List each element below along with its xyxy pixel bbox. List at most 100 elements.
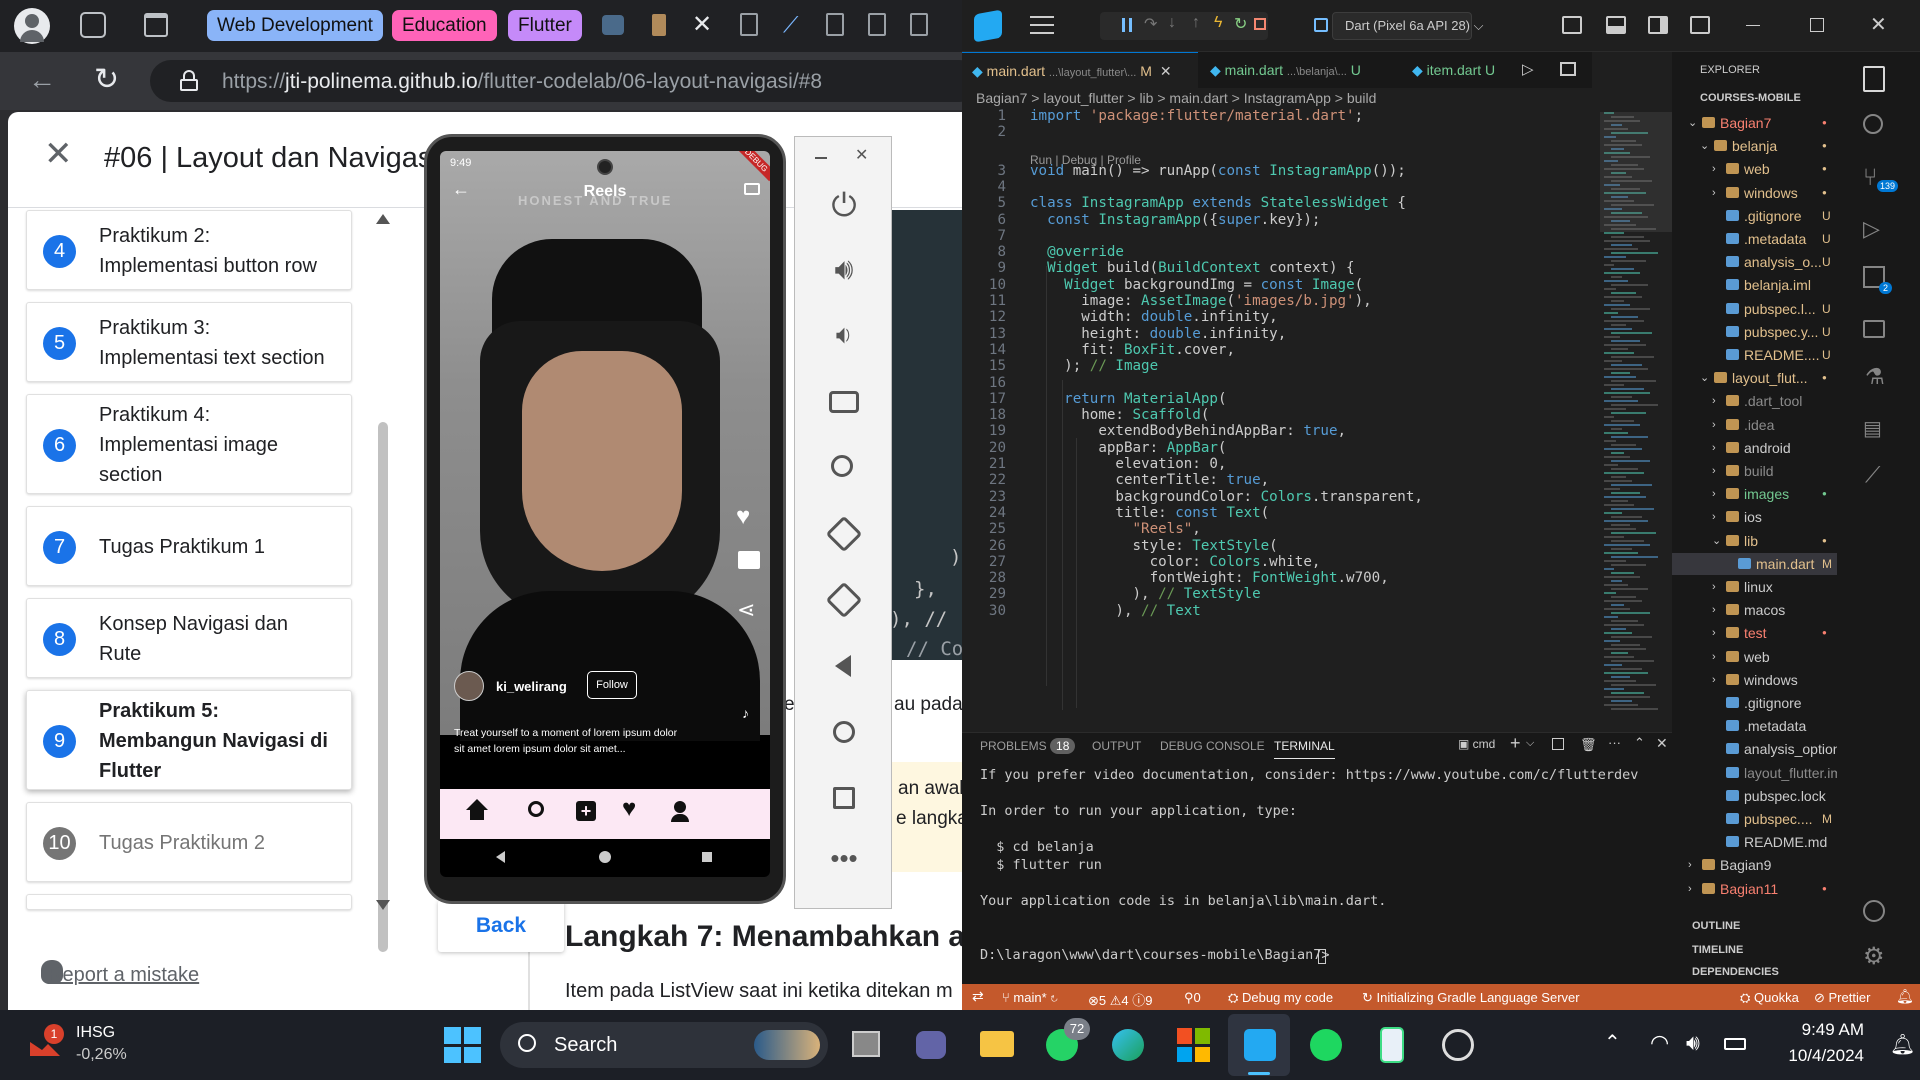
edge-icon[interactable] bbox=[1108, 1025, 1148, 1065]
back-triangle-icon[interactable] bbox=[825, 647, 863, 685]
quokka-status[interactable]: ⛭ Quokka bbox=[1740, 990, 1799, 1006]
scroll-up-arrow[interactable] bbox=[376, 214, 390, 224]
code-line[interactable]: appBar: AppBar( bbox=[1030, 440, 1226, 456]
split-editor-icon[interactable] bbox=[1560, 62, 1576, 76]
step-item[interactable]: 6 Praktikum 4: Implementasi image section bbox=[26, 394, 352, 494]
tree-item[interactable]: .metadata bbox=[1672, 715, 1837, 737]
page-tab-icon-4[interactable] bbox=[910, 13, 928, 36]
emulator-app-icon[interactable] bbox=[1372, 1025, 1412, 1065]
tray-overflow-icon[interactable]: ⌃ bbox=[1604, 1030, 1621, 1055]
code-line[interactable]: centerTitle: true, bbox=[1030, 472, 1269, 488]
section-timeline[interactable]: TIMELINE bbox=[1692, 944, 1743, 956]
tree-item[interactable]: README.md bbox=[1672, 831, 1837, 853]
code-line[interactable]: Widget build(BuildContext context) { bbox=[1030, 260, 1355, 276]
tree-item[interactable]: ⌄ belanja ● bbox=[1672, 135, 1837, 157]
docker-icon[interactable]: ▤ bbox=[1863, 416, 1882, 441]
step-item[interactable]: 7 Tugas Praktikum 1 bbox=[26, 506, 352, 586]
explorer-root[interactable]: COURSES-MOBILE bbox=[1700, 92, 1801, 104]
debug-config-status[interactable]: ⛭ Debug my code bbox=[1228, 990, 1333, 1006]
close-panel-icon[interactable]: ✕ bbox=[1656, 735, 1668, 752]
tree-item[interactable]: › Bagian11 ● bbox=[1672, 878, 1837, 900]
close-emulator-icon[interactable]: ✕ bbox=[855, 145, 868, 165]
clock-date[interactable]: 10/4/2024 bbox=[1764, 1046, 1864, 1066]
taskbar-search[interactable]: Search bbox=[500, 1022, 828, 1068]
pause-icon[interactable] bbox=[1122, 18, 1132, 32]
tree-item[interactable]: › images ● bbox=[1672, 483, 1837, 505]
search-icon[interactable] bbox=[1863, 114, 1883, 134]
volume-up-icon[interactable]: 🔊︎ bbox=[825, 253, 863, 291]
window-minimize[interactable] bbox=[1746, 25, 1760, 26]
battery-icon[interactable] bbox=[1724, 1038, 1746, 1050]
code-line[interactable]: import 'package:flutter/material.dart'; bbox=[1030, 108, 1363, 124]
tree-item[interactable]: pubspec.l... U bbox=[1672, 298, 1837, 320]
speedometer-icon[interactable] bbox=[1438, 1025, 1478, 1065]
breadcrumb[interactable]: Bagian7 > layout_flutter > lib > main.da… bbox=[976, 90, 1376, 106]
tab-group-flutter[interactable]: Flutter bbox=[508, 10, 582, 41]
stock-widget[interactable]: 1 IHSG -0,26% bbox=[26, 1024, 166, 1068]
task-view-icon[interactable] bbox=[846, 1025, 886, 1065]
profile-avatar[interactable] bbox=[14, 8, 50, 44]
restart-icon[interactable]: ↻ bbox=[1234, 14, 1247, 34]
remote-icon[interactable]: ⇄ bbox=[972, 988, 984, 1005]
toggle-panel-icon[interactable] bbox=[1606, 16, 1626, 34]
step-item[interactable]: 4 Praktikum 2: Implementasi button row bbox=[26, 210, 352, 290]
code-line[interactable]: home: Scaffold( bbox=[1030, 407, 1209, 423]
window-close[interactable]: ✕ bbox=[1870, 12, 1887, 37]
code-line[interactable]: ), // Text bbox=[1030, 603, 1200, 619]
back-button[interactable]: Back bbox=[438, 900, 564, 952]
reload-icon[interactable]: ↻ bbox=[94, 62, 119, 97]
tab-group-web-development[interactable]: Web Development bbox=[207, 10, 383, 41]
address-bar[interactable]: https://jti-polinema.github.io/flutter-c… bbox=[150, 60, 962, 102]
new-terminal-icon[interactable]: + bbox=[1510, 733, 1521, 754]
tree-item[interactable]: layout_flutter.iml bbox=[1672, 762, 1845, 784]
step-item[interactable]: 5 Praktikum 3: Implementasi text section bbox=[26, 302, 352, 382]
run-icon[interactable]: ▷ bbox=[1522, 60, 1534, 78]
step-list-scrollbar[interactable] bbox=[378, 422, 388, 952]
close-codelab-icon[interactable]: ✕ bbox=[44, 134, 73, 174]
code-line[interactable]: ); // Image bbox=[1030, 358, 1158, 374]
tree-item[interactable]: ⌄ layout_flut... ● bbox=[1672, 367, 1837, 389]
maximize-panel-icon[interactable]: ⌃ bbox=[1634, 735, 1645, 751]
toggle-sidebar-icon[interactable] bbox=[1562, 16, 1582, 34]
file-explorer-icon[interactable] bbox=[976, 1025, 1016, 1065]
tab-item-dart[interactable]: ◆ item.dart U bbox=[1402, 52, 1512, 88]
tree-item[interactable]: › macos bbox=[1672, 599, 1837, 621]
terminal-profile[interactable]: ▣ cmd bbox=[1458, 737, 1495, 751]
scroll-down-arrow[interactable] bbox=[376, 900, 390, 910]
follow-button[interactable]: Follow bbox=[587, 671, 637, 699]
tab-main-dart-belanja[interactable]: ◆ main.dart ...\belanja\... U bbox=[1200, 52, 1400, 88]
code-line[interactable]: elevation: 0, bbox=[1030, 456, 1226, 472]
kill-terminal-icon[interactable]: 🗑︎ bbox=[1580, 737, 1597, 753]
panel-tab-debug-console[interactable]: DEBUG CONSOLE bbox=[1160, 739, 1265, 753]
windows-start-icon[interactable] bbox=[442, 1025, 482, 1065]
step-item[interactable]: 9 Praktikum 5: Membangun Navigasi di Flutte… bbox=[26, 690, 352, 790]
report-mistake-link[interactable]: Report a mistake bbox=[48, 964, 199, 987]
store-icon[interactable] bbox=[1174, 1025, 1214, 1065]
vscode-icon[interactable] bbox=[1240, 1025, 1280, 1065]
tab-groups-icon[interactable] bbox=[80, 12, 106, 38]
flutter-icon[interactable]: ⟋ bbox=[1865, 462, 1880, 488]
testing-icon[interactable]: ⚗ bbox=[1865, 364, 1885, 390]
prettier-status[interactable]: ⊘ Prettier bbox=[1814, 990, 1870, 1006]
notification-bell-icon[interactable]: 🔔︎ bbox=[1890, 1032, 1915, 1057]
tree-item[interactable]: › linux bbox=[1672, 576, 1837, 598]
overview-square-icon[interactable] bbox=[825, 779, 863, 817]
code-line[interactable]: title: const Text( bbox=[1030, 505, 1269, 521]
spotify-icon[interactable] bbox=[1306, 1025, 1346, 1065]
step-item[interactable]: 10 Tugas Praktikum 2 bbox=[26, 802, 352, 882]
share-icon[interactable]: ⋖ bbox=[737, 597, 755, 623]
step-into-icon[interactable]: ↓ bbox=[1168, 14, 1176, 32]
tab-main-dart-layout[interactable]: ◆ main.dart ...\layout_flutter\... M ✕ bbox=[962, 52, 1198, 88]
tree-item[interactable]: .metadata U bbox=[1672, 228, 1837, 250]
section-dependencies[interactable]: DEPENDENCIES bbox=[1692, 966, 1779, 978]
code-editor[interactable]: 1 import 'package:flutter/material.dart';… bbox=[962, 108, 1592, 720]
step-over-icon[interactable]: ↷ bbox=[1144, 14, 1157, 34]
tree-item[interactable]: ⌄ lib ● bbox=[1672, 530, 1837, 552]
tree-item[interactable]: .gitignore U bbox=[1672, 205, 1837, 227]
android-nav-back[interactable] bbox=[496, 851, 505, 863]
close-tab-icon[interactable]: ✕ bbox=[692, 10, 712, 39]
code-line[interactable]: image: AssetImage('images/b.jpg'), bbox=[1030, 293, 1371, 309]
user-avatar[interactable] bbox=[454, 671, 484, 701]
step-out-icon[interactable]: ↑ bbox=[1192, 14, 1200, 32]
stop-icon[interactable] bbox=[1254, 18, 1266, 30]
